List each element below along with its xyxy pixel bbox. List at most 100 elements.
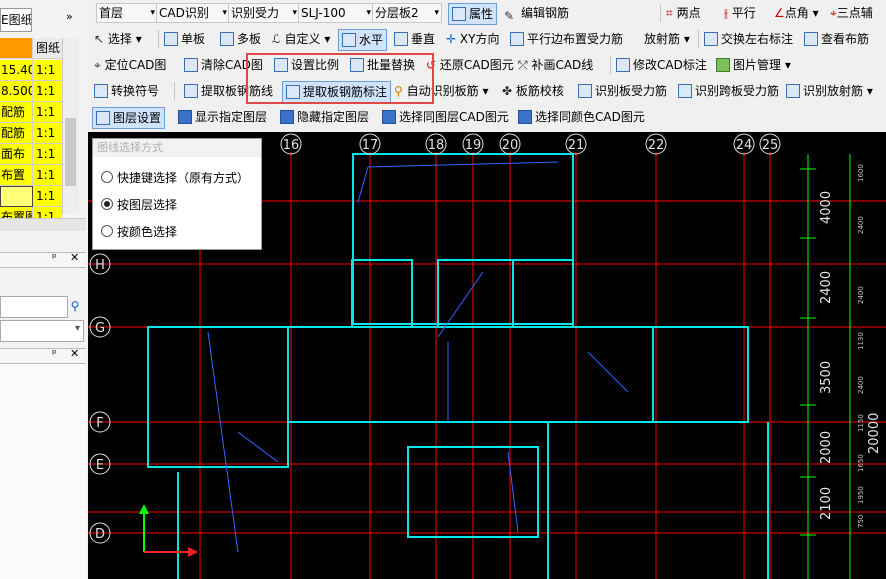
clear-icon xyxy=(184,58,198,72)
axis-label: D xyxy=(95,527,105,542)
convert-symbol-button[interactable]: 转换符号 xyxy=(94,81,159,101)
properties-button[interactable]: 属性 xyxy=(448,3,498,25)
swap-icon xyxy=(704,32,718,46)
option-by-layer[interactable]: 按图层选择 xyxy=(101,196,177,213)
show-layer-button[interactable]: 显示指定图层 xyxy=(178,107,267,127)
table-row-selected[interactable]: 1:1 xyxy=(0,186,62,207)
swap-labels-button[interactable]: 交换左右标注 xyxy=(704,29,793,49)
pin-icon[interactable]: ᵖ xyxy=(52,347,57,360)
custom-button[interactable]: ℒ 自定义 ▾ xyxy=(272,29,330,49)
close-icon[interactable]: ✕ xyxy=(70,251,79,264)
pin-icon[interactable]: ᵖ xyxy=(52,251,57,264)
row-scale: 1:1 xyxy=(33,102,62,123)
parallel-button[interactable]: ⫲ 平行 xyxy=(724,3,756,23)
divider xyxy=(698,30,699,48)
scrollbar-thumb[interactable] xyxy=(65,118,76,186)
drawing-tab-bar: E图纸 » xyxy=(0,8,86,32)
row-name: 配筋 xyxy=(0,123,33,144)
patch-cad-line-button[interactable]: ⤱ 补画CAD线 xyxy=(518,55,593,75)
dim-label: 2000 xyxy=(819,431,834,464)
select-same-layer-button[interactable]: 选择同图层CAD图元 xyxy=(382,107,509,127)
component-type-select[interactable]: 识别受力 ▾ xyxy=(228,3,300,23)
dim-label: 2400 xyxy=(857,376,865,394)
axis-label: E xyxy=(96,458,104,473)
grid-header-scale: 图纸 xyxy=(33,38,62,59)
row-name: 面布 xyxy=(0,144,33,165)
point-angle-button[interactable]: ∠点角 ▾ xyxy=(774,3,819,23)
xy-direction-button[interactable]: ✛ XY方向 xyxy=(446,29,499,49)
search-input[interactable] xyxy=(0,296,68,318)
dim-label: 20000 xyxy=(867,413,882,454)
horizontal-scrollbar[interactable] xyxy=(0,218,86,231)
row-name: 15.40 xyxy=(0,60,33,81)
view-layout-button[interactable]: 查看布筋 xyxy=(804,29,869,49)
three-point-axis-button[interactable]: ⌖三点辅 xyxy=(830,3,873,23)
layer-settings-button[interactable]: 图层设置 xyxy=(92,107,166,129)
select-button[interactable]: ↖ 选择 ▾ xyxy=(94,29,142,49)
radio-icon xyxy=(101,225,113,237)
dim-label: 2400 xyxy=(857,216,865,234)
xy-icon: ✛ xyxy=(446,32,457,46)
dim-label: 1650 xyxy=(857,454,865,472)
row-scale: 1:1 xyxy=(33,165,62,186)
vertical-icon xyxy=(394,32,408,46)
dim-label: 1950 xyxy=(857,486,865,504)
locate-cad-button[interactable]: ⌖ 定位CAD图 xyxy=(94,55,166,75)
image-manage-button[interactable]: 图片管理 ▾ xyxy=(716,55,791,75)
dim-label: 4000 xyxy=(819,191,834,224)
restore-cad-button[interactable]: ↺ 还原CAD图元 xyxy=(426,55,514,75)
table-row[interactable]: 面布 1:1 xyxy=(0,144,62,165)
grid-header-name xyxy=(0,38,33,59)
cad-recognize-select[interactable]: CAD识别 ▾ xyxy=(156,3,230,23)
option-by-color[interactable]: 按颜色选择 xyxy=(101,223,177,240)
radial-rebar-button[interactable]: 放射筋 ▾ xyxy=(644,29,690,49)
row-name: 8.500 xyxy=(0,81,33,102)
multi-board-button[interactable]: 多板 xyxy=(220,29,261,49)
recognize-span-force-button[interactable]: 识别跨板受力筋 xyxy=(678,81,779,101)
two-points-button[interactable]: ⌗ 两点 xyxy=(666,3,701,23)
close-icon[interactable]: ✕ xyxy=(70,347,79,360)
edit-rebar-button[interactable]: ✎ 编辑钢筋 xyxy=(504,3,569,23)
custom-icon: ℒ xyxy=(272,32,281,46)
tab-drawing-list[interactable]: E图纸 xyxy=(0,8,32,32)
axis-label: G xyxy=(95,321,105,336)
two-points-icon: ⌗ xyxy=(666,6,673,20)
dim-label: 1130 xyxy=(857,332,865,350)
recognize-radial-button[interactable]: 识别放射筋 ▾ xyxy=(786,81,873,101)
table-row[interactable]: 配筋 1:1 xyxy=(0,102,62,123)
small-dim-labels: 1600 2400 2400 1130 2400 1150 1650 1950 … xyxy=(857,164,865,528)
modify-cad-label-button[interactable]: 修改CAD标注 xyxy=(616,55,707,75)
table-row[interactable]: 配筋 1:1 xyxy=(0,123,62,144)
table-row[interactable]: 布置 1:1 xyxy=(0,165,62,186)
parallel-edge-button[interactable]: 平行边布置受力筋 xyxy=(510,29,623,49)
row-scale: 1:1 xyxy=(33,123,62,144)
patch-line-icon: ⤱ xyxy=(518,58,528,72)
table-row[interactable]: 15.40 1:1 xyxy=(0,60,62,81)
horizontal-button[interactable]: 水平 xyxy=(338,29,388,51)
line-selection-popup: 图线选择方式 快捷键选择（原有方式） 按图层选择 按颜色选择 xyxy=(92,138,262,250)
filter-combo[interactable]: ▾ xyxy=(0,320,84,342)
grid-scrollbar[interactable] xyxy=(62,38,79,214)
floor-select[interactable]: 首层 ▾ xyxy=(96,3,158,23)
component-select[interactable]: SLJ-100 ▾ xyxy=(298,3,374,23)
toolbar-layer-settings: 图层设置 显示指定图层 隐藏指定图层 选择同图层CAD图元 选择同颜色CAD图元 xyxy=(88,104,886,133)
axis-label: 25 xyxy=(762,138,779,153)
parallel-edge-icon xyxy=(510,32,524,46)
more-icon[interactable]: » xyxy=(66,10,73,23)
pencil-icon: ✎ xyxy=(504,9,515,23)
single-board-button[interactable]: 单板 xyxy=(164,29,205,49)
hide-layer-button[interactable]: 隐藏指定图层 xyxy=(280,107,369,127)
layer-board-select[interactable]: 分层板2 ▾ xyxy=(372,3,442,23)
recognize-force-rebar-button[interactable]: 识别板受力筋 xyxy=(578,81,667,101)
search-icon[interactable]: ⚲ xyxy=(66,296,84,318)
vertical-button[interactable]: 垂直 xyxy=(394,29,435,49)
option-shortcut[interactable]: 快捷键选择（原有方式） xyxy=(101,169,249,186)
table-row[interactable]: 8.500 1:1 xyxy=(0,81,62,102)
cad-icon xyxy=(518,110,532,124)
select-same-color-button[interactable]: 选择同颜色CAD图元 xyxy=(518,107,645,127)
rebar-check-button[interactable]: ✤ 板筋校核 xyxy=(502,81,564,101)
dim-label: 2400 xyxy=(819,271,834,304)
divider xyxy=(660,4,661,22)
axis-label: 21 xyxy=(568,138,585,153)
row-name: 配筋 xyxy=(0,102,33,123)
